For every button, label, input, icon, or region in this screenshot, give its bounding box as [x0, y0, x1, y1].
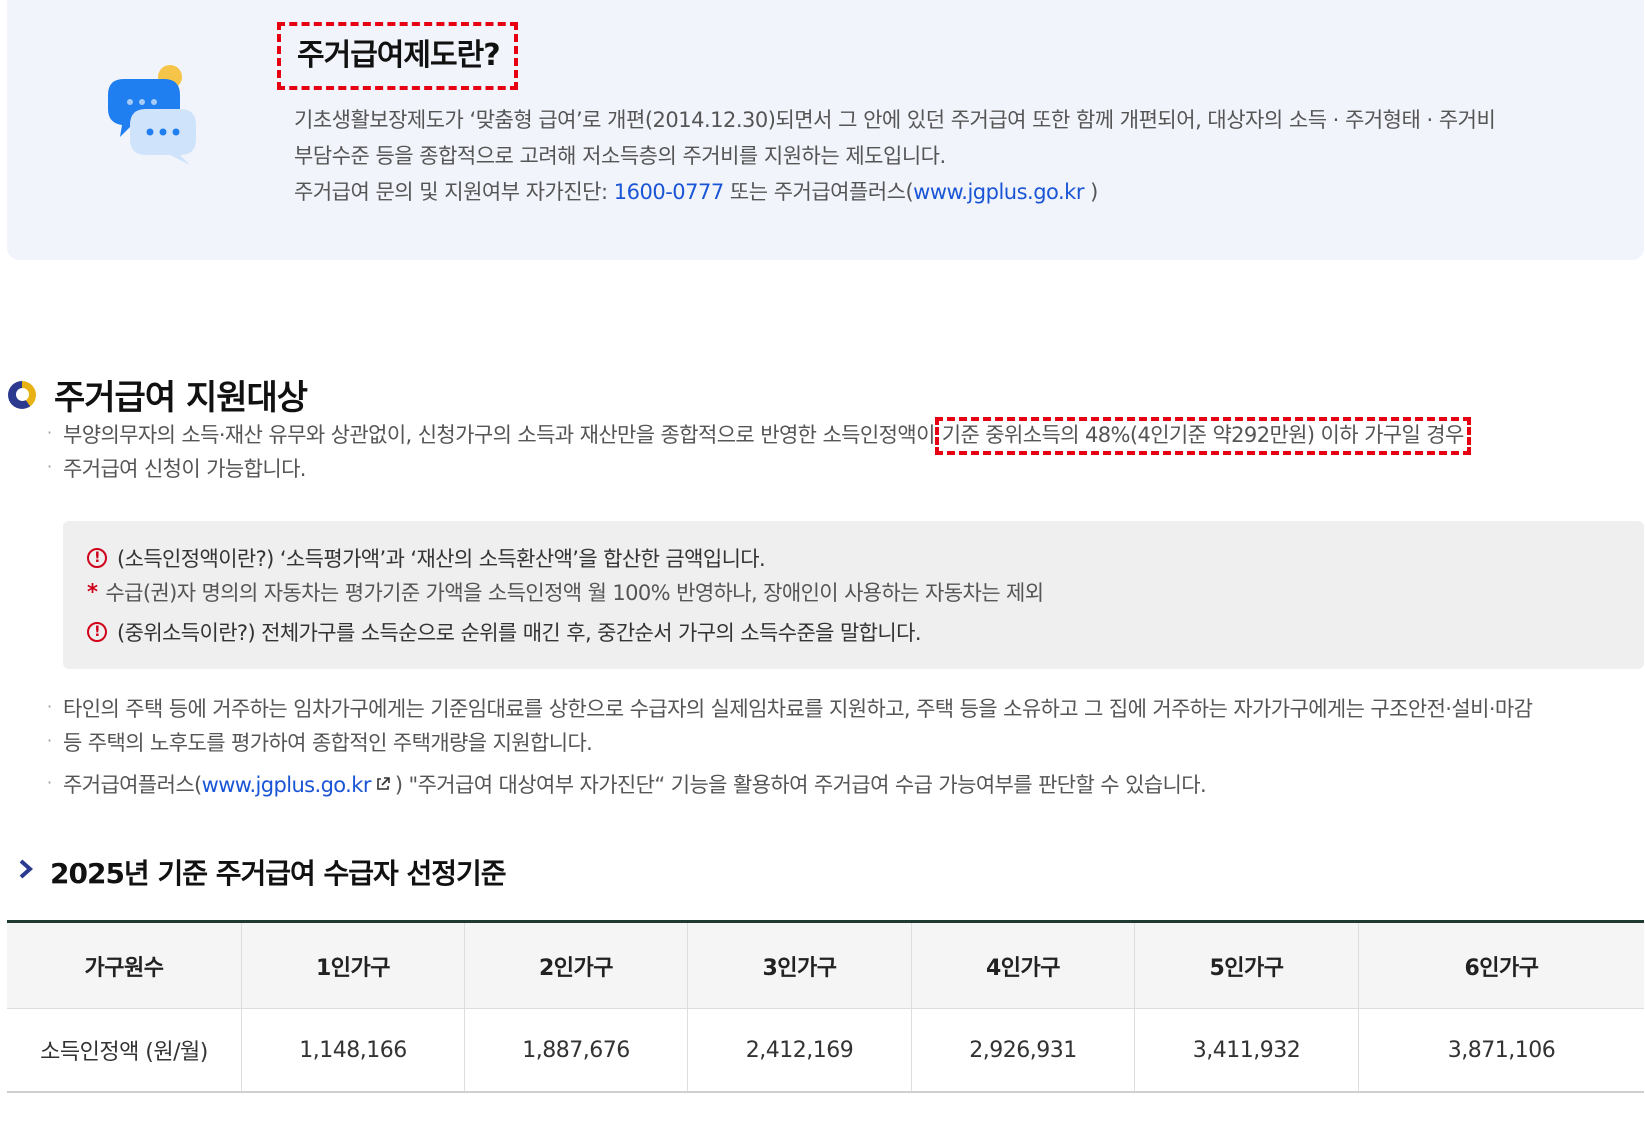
table-header-row: 가구원수 1인가구 2인가구 3인가구 4인가구 5인가구 6인가구: [7, 921, 1644, 1009]
note-2-text: 수급(권)자 명의의 자동차는 평가기준 가액을 소득인정액 월 100% 반영…: [105, 581, 1044, 605]
section-title-text: 주거급여 지원대상: [54, 378, 308, 418]
bullet-eligibility-line2: 주거급여 신청이 가능합니다.: [47, 450, 306, 486]
eligibility-text-2: 주거급여 신청이 가능합니다.: [63, 457, 306, 481]
note-median-income: ! (중위소득이란?) 전체가구를 소득순으로 순위를 매긴 후, 중간순서 가…: [87, 617, 922, 647]
header-household-size: 가구원수: [7, 921, 242, 1009]
bullet-support-line2: 등 주택의 노후도를 평가하여 종합적인 주택개량을 지원합니다.: [47, 724, 593, 760]
cell-5-person: 3,411,932: [1134, 1008, 1359, 1093]
cell-6-person: 3,871,106: [1358, 1008, 1644, 1093]
note-3-text: (중위소득이란?) 전체가구를 소득순으로 순위를 매긴 후, 중간순서 가구의…: [117, 621, 922, 645]
jgplus-link[interactable]: www.jgplus.go.kr: [913, 180, 1084, 204]
cell-1-person: 1,148,166: [241, 1008, 465, 1093]
intro-box: 주거급여제도란? 기초생활보장제도가 ‘맞춤형 급여’로 개편(2014.12.…: [7, 0, 1644, 260]
intro-close-paren: ): [1083, 180, 1098, 204]
section-title: 주거급여 지원대상: [8, 370, 308, 419]
bullet-eligibility: 부양의무자의 소득·재산 유무와 상관없이, 신청가구의 소득과 재산만을 종합…: [47, 416, 1471, 455]
cell-2-person: 1,887,676: [464, 1008, 688, 1093]
cell-3-person: 2,412,169: [687, 1008, 912, 1093]
eligibility-text: 부양의무자의 소득·재산 유무와 상관없이, 신청가구의 소득과 재산만을 종합…: [63, 423, 935, 447]
header-4-person: 4인가구: [911, 921, 1135, 1009]
header-2-person: 2인가구: [464, 921, 688, 1009]
intro-line-3: 주거급여 문의 및 지원여부 자가진단: 1600-0777 또는 주거급여플러…: [294, 174, 1624, 210]
header-5-person: 5인가구: [1134, 921, 1359, 1009]
bullet-self-check: 주거급여플러스(www.jgplus.go.kr ) "주거급여 대상여부 자가…: [47, 766, 1207, 804]
note-vehicle: * 수급(권)자 명의의 자동차는 평가기준 가액을 소득인정액 월 100% …: [87, 577, 1044, 607]
row-label: 소득인정액 (원/월): [7, 1008, 242, 1093]
warning-circle-icon: !: [87, 622, 107, 642]
criteria-table: 가구원수 1인가구 2인가구 3인가구 4인가구 5인가구 6인가구 소득인정액…: [7, 920, 1644, 1093]
warning-circle-icon: !: [87, 548, 107, 568]
support-text-2: 등 주택의 노후도를 평가하여 종합적인 주택개량을 지원합니다.: [63, 731, 593, 755]
cell-4-person: 2,926,931: [911, 1008, 1135, 1093]
self-check-prefix: 주거급여플러스(: [63, 773, 202, 797]
chat-bubbles-icon: [108, 65, 196, 165]
note-income-recognition: ! (소득인정액이란?) ‘소득평가액’과 ‘재산의 소득환산액’을 합산한 금…: [87, 543, 766, 573]
header-1-person: 1인가구: [241, 921, 465, 1009]
intro-title: 주거급여제도란?: [277, 22, 518, 90]
note-box: ! (소득인정액이란?) ‘소득평가액’과 ‘재산의 소득환산액’을 합산한 금…: [63, 521, 1644, 669]
intro-line-1: 기초생활보장제도가 ‘맞춤형 급여’로 개편(2014.12.30)되면서 그 …: [294, 108, 1496, 132]
bullet-support: 타인의 주택 등에 거주하는 임차가구에게는 기준임대료를 상한으로 수급자의 …: [47, 690, 1533, 726]
intro-or-text: 또는 주거급여플러스(: [723, 180, 914, 204]
header-3-person: 3인가구: [687, 921, 912, 1009]
section-ring-icon: [8, 380, 36, 409]
intro-line-2: 부담수준 등을 종합적으로 고려해 저소득층의 주거비를 지원하는 제도입니다.: [294, 144, 946, 168]
self-check-suffix: ) "주거급여 대상여부 자가진단“ 기능을 활용하여 주거급여 수급 가능여부…: [394, 773, 1207, 797]
asterisk-icon: *: [87, 580, 98, 604]
criteria-title: 2025년 기준 주거급여 수급자 선정기준: [18, 852, 507, 892]
note-1-text: (소득인정액이란?) ‘소득평가액’과 ‘재산의 소득환산액’을 합산한 금액입…: [117, 547, 766, 571]
criteria-title-text: 2025년 기준 주거급여 수급자 선정기준: [50, 857, 507, 890]
support-text-1: 타인의 주택 등에 거주하는 임차가구에게는 기준임대료를 상한으로 수급자의 …: [63, 697, 1533, 721]
table-row: 소득인정액 (원/월) 1,148,166 1,887,676 2,412,16…: [7, 1008, 1644, 1093]
intro-inquiry-label: 주거급여 문의 및 지원여부 자가진단:: [294, 180, 614, 204]
intro-description: 기초생활보장제도가 ‘맞춤형 급여’로 개편(2014.12.30)되면서 그 …: [294, 102, 1624, 210]
phone-link[interactable]: 1600-0777: [614, 180, 724, 204]
header-6-person: 6인가구: [1358, 921, 1644, 1009]
chevron-right-icon: [18, 858, 34, 886]
jgplus-link-2[interactable]: www.jgplus.go.kr: [202, 773, 372, 797]
eligibility-highlight: 기준 중위소득의 48%(4인기준 약292만원) 이하 가구일 경우: [934, 417, 1471, 455]
external-link-icon[interactable]: [375, 770, 391, 804]
